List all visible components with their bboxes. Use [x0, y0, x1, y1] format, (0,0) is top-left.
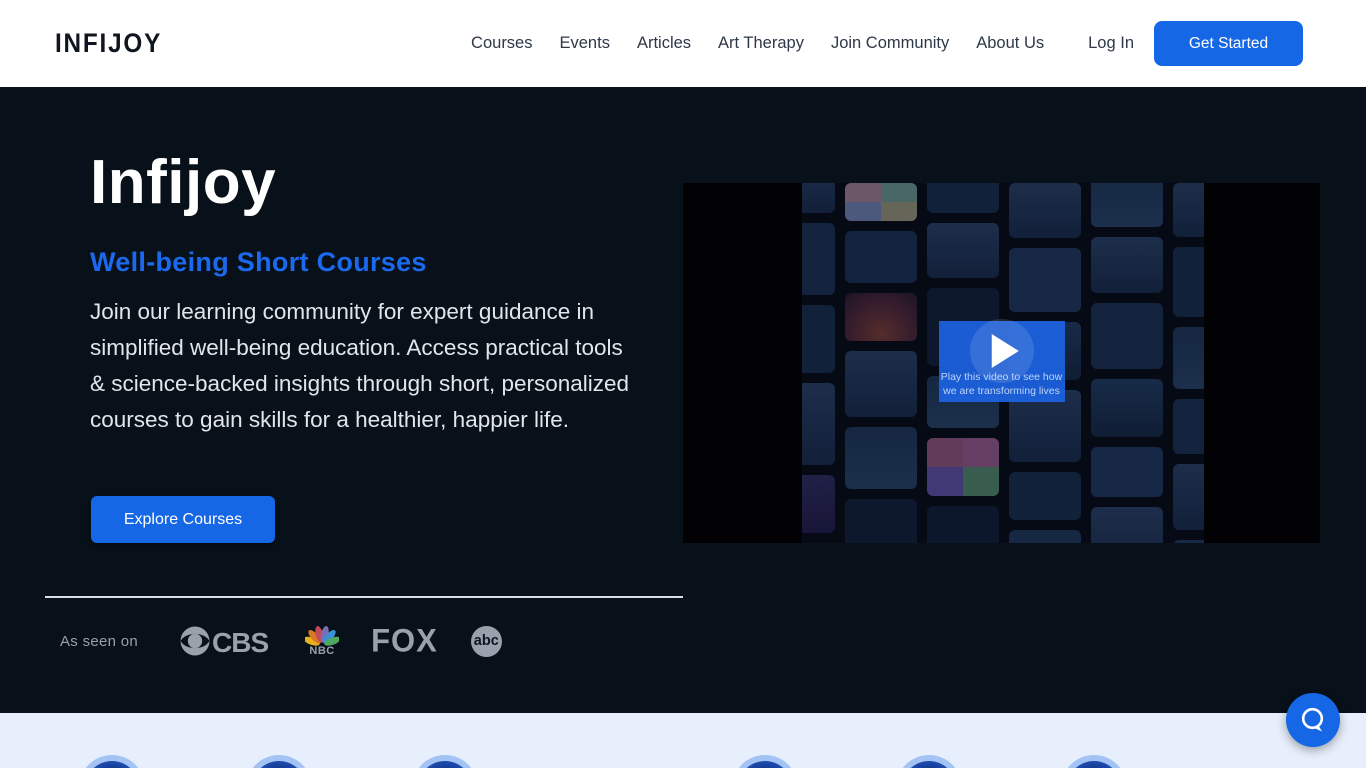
category-circle-inner	[1067, 761, 1121, 768]
category-circle-icon	[246, 755, 312, 768]
video-caption-line1: Play this video to see how	[932, 371, 1072, 385]
cbs-eye-icon: CBS	[180, 625, 275, 657]
hero-title: Infijoy	[90, 147, 276, 218]
nav-link-join-community[interactable]: Join Community	[831, 34, 949, 53]
category-circle-icon	[732, 755, 798, 768]
nav-link-articles[interactable]: Articles	[637, 34, 691, 53]
hero-section: Infijoy Well-being Short Courses Join ou…	[0, 87, 1366, 713]
category-circle-inner	[85, 761, 139, 768]
get-started-button[interactable]: Get Started	[1154, 21, 1303, 66]
nav-link-about-us[interactable]: About Us	[976, 34, 1044, 53]
category-circle-icon	[79, 755, 145, 768]
press-divider	[45, 596, 683, 598]
category-circle-icon	[1061, 755, 1127, 768]
category-circle-inner	[902, 761, 956, 768]
category-circle-inner	[738, 761, 792, 768]
category-circle-inner	[418, 761, 472, 768]
nav-link-events[interactable]: Events	[560, 34, 610, 53]
nbc-logo: NBC	[305, 625, 339, 657]
category-circle-icon	[896, 755, 962, 768]
press-row: As seen on CBS NBC	[60, 611, 502, 671]
video-caption-line2: we are transforming lives	[932, 385, 1072, 399]
hero-subtitle: Well-being Short Courses	[90, 247, 427, 278]
fox-logo: FOX	[371, 622, 438, 660]
category-circle-inner	[252, 761, 306, 768]
video-player[interactable]: Play this video to see how we are transf…	[683, 183, 1320, 543]
explore-courses-button[interactable]: Explore Courses	[91, 496, 275, 543]
categories-section	[0, 713, 1366, 768]
play-icon[interactable]	[991, 334, 1018, 368]
navbar: INFIJOY Courses Events Articles Art Ther…	[0, 0, 1366, 87]
chat-bubble-icon	[1299, 706, 1327, 734]
category-circle-icon	[412, 755, 478, 768]
infijoy-logo[interactable]: INFIJOY	[55, 28, 162, 59]
video-play-overlay[interactable]: Play this video to see how we are transf…	[939, 321, 1065, 402]
nbc-peacock-icon	[305, 625, 339, 647]
video-caption: Play this video to see how we are transf…	[932, 371, 1072, 398]
abc-logo: abc	[471, 626, 502, 657]
cbs-logo: CBS	[180, 625, 275, 657]
hero-description: Join our learning community for expert g…	[90, 294, 638, 438]
login-link[interactable]: Log In	[1088, 34, 1134, 53]
nbc-label: NBC	[309, 645, 334, 657]
nav-links: Courses Events Articles Art Therapy Join…	[471, 34, 1044, 53]
nav-link-art-therapy[interactable]: Art Therapy	[718, 34, 804, 53]
as-seen-on-label: As seen on	[60, 633, 138, 650]
nav-link-courses[interactable]: Courses	[471, 34, 532, 53]
help-beacon-button[interactable]	[1286, 693, 1340, 747]
svg-text:CBS: CBS	[212, 627, 268, 657]
